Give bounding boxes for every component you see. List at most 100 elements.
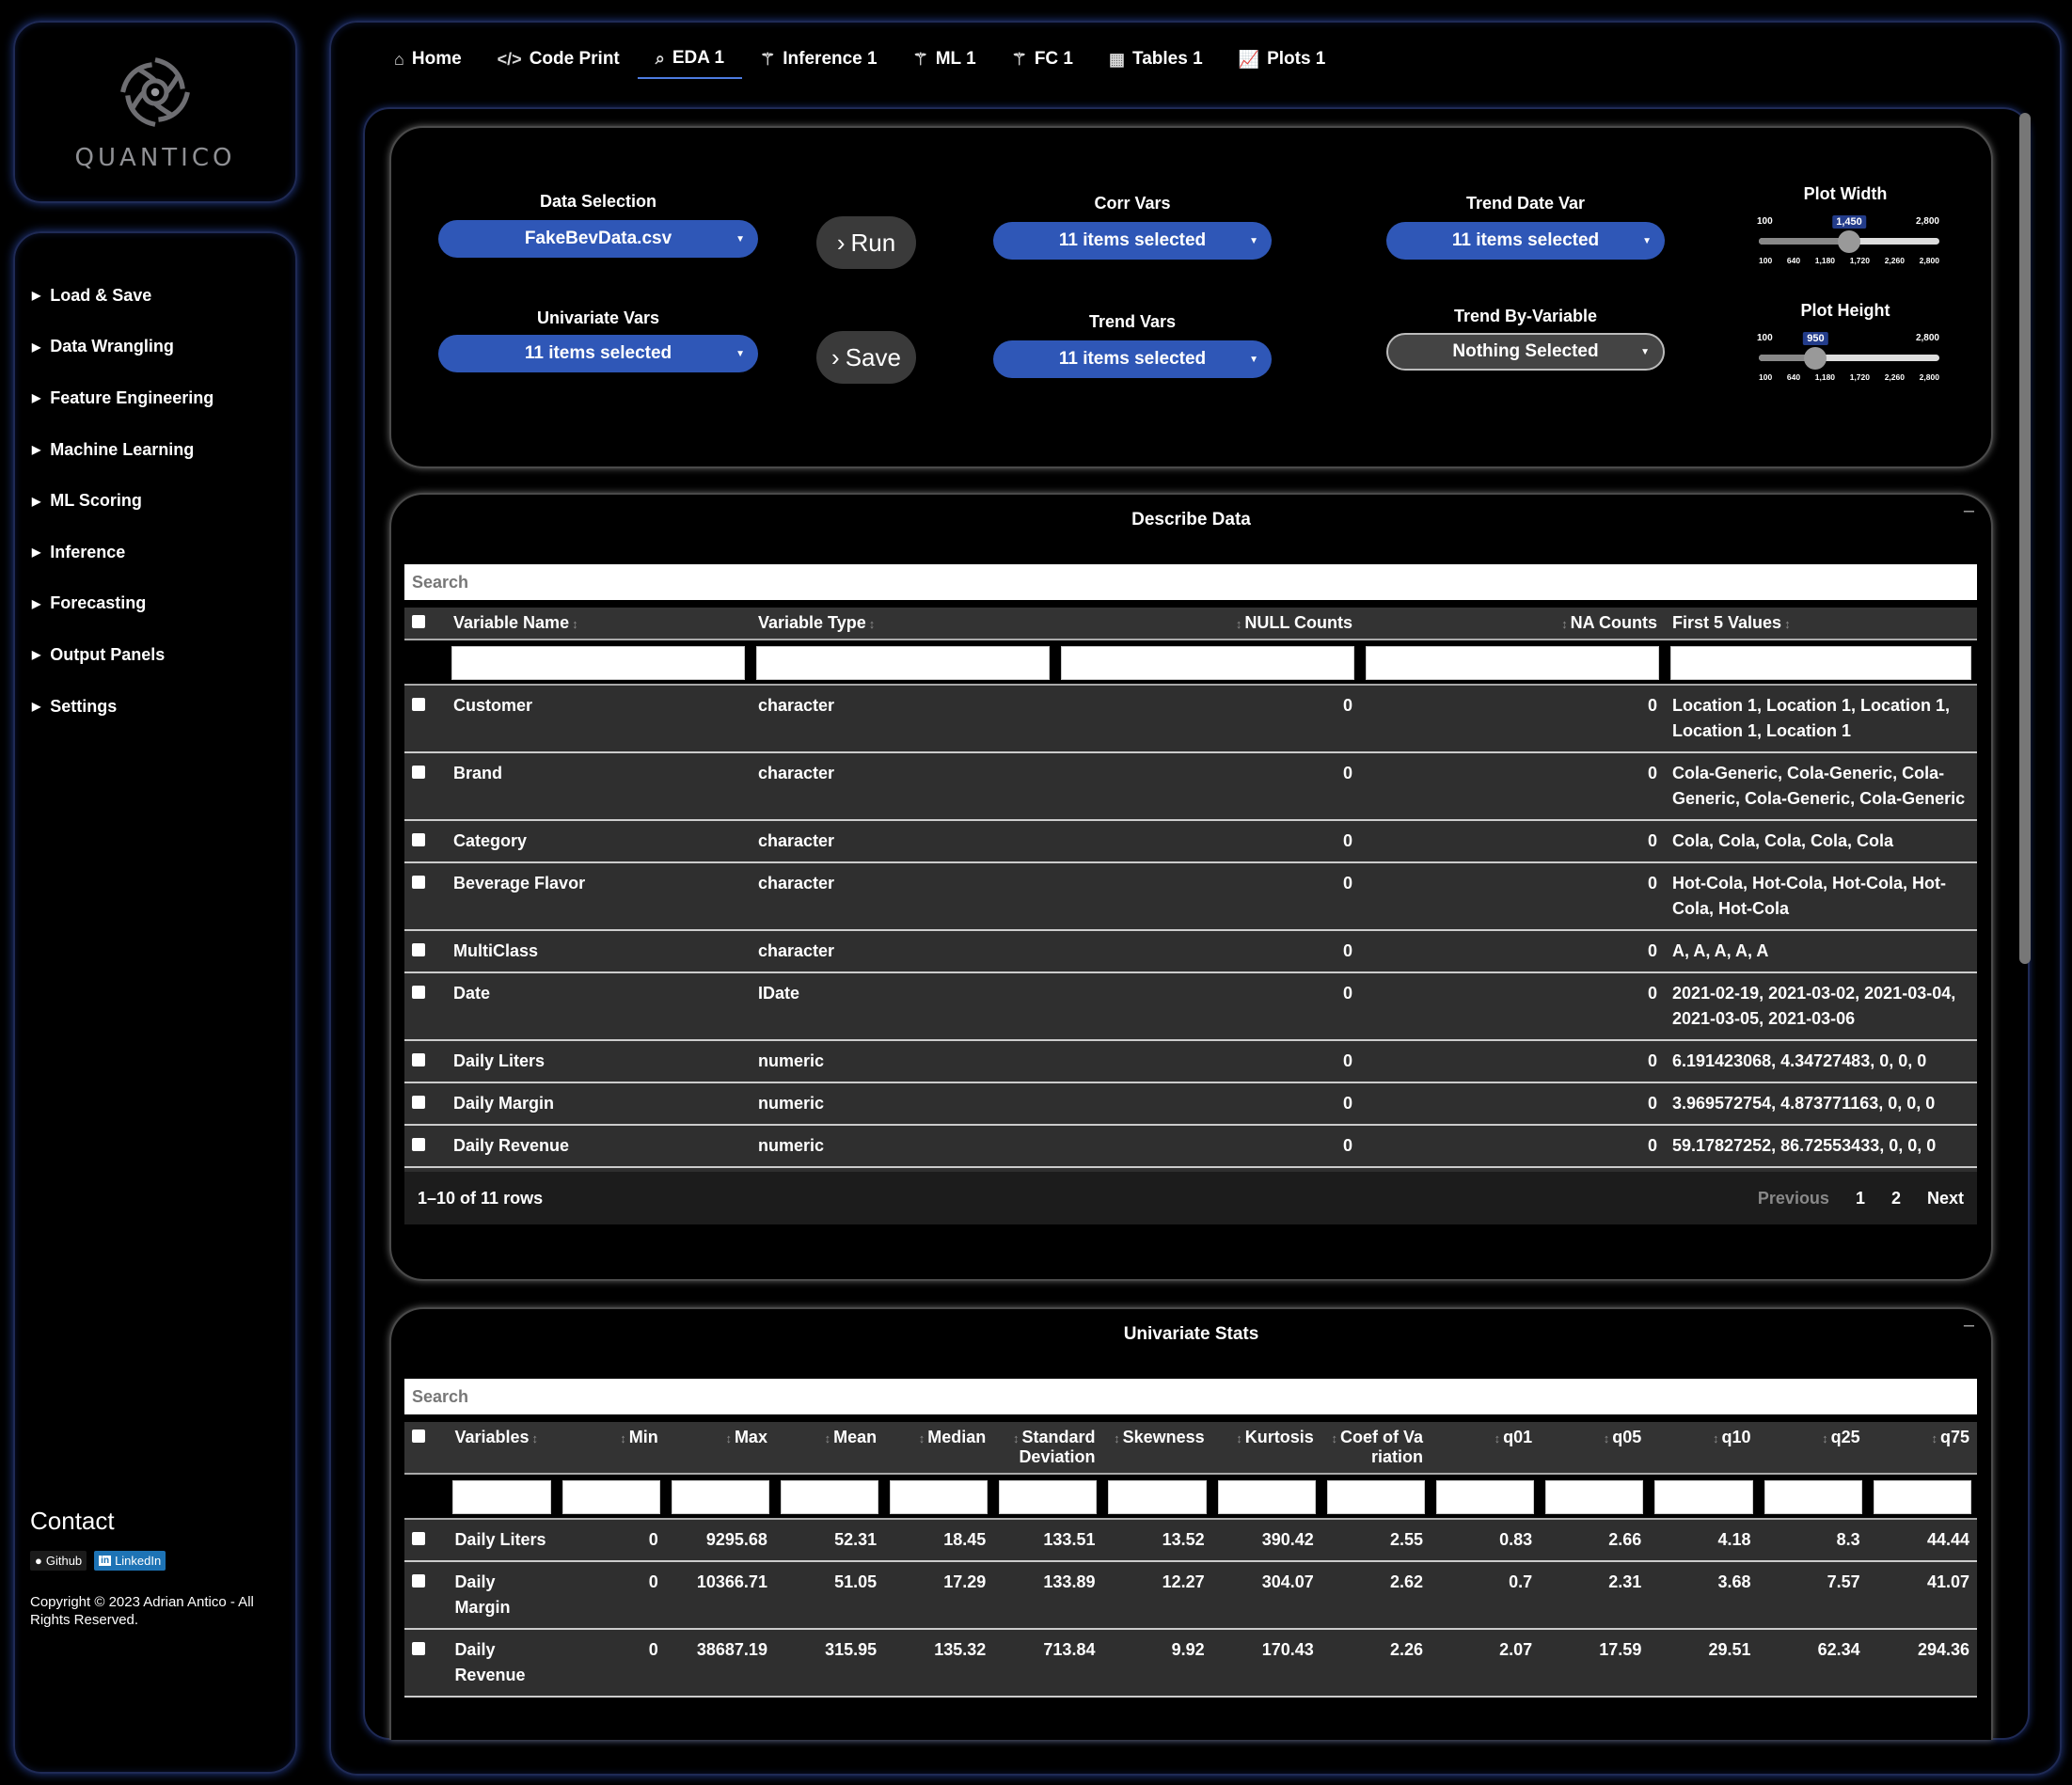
linkedin-link[interactable]: in LinkedIn	[94, 1551, 166, 1571]
select-all-checkbox[interactable]	[404, 608, 446, 640]
col-coef-of-variation[interactable]: ↕ Coef of Variation	[1321, 1422, 1431, 1475]
col-variables[interactable]: Variables ↕	[447, 1422, 557, 1475]
univariate-search-input[interactable]	[404, 1379, 1977, 1414]
col-q01[interactable]: ↕ q01	[1430, 1422, 1541, 1475]
filter-input[interactable]	[1545, 1480, 1644, 1514]
filter-input[interactable]	[561, 1480, 660, 1514]
col-mean[interactable]: ↕ Mean	[774, 1422, 885, 1475]
col-q05[interactable]: ↕ q05	[1540, 1422, 1650, 1475]
minimize-button[interactable]: –	[1964, 1315, 1974, 1336]
filter-input[interactable]	[1873, 1480, 1971, 1514]
table-row[interactable]: Daily Margin numeric 0 0 3.969572754, 4.8737…	[404, 1082, 1977, 1125]
save-button[interactable]: › Save	[816, 331, 916, 384]
filter-input[interactable]	[1435, 1480, 1535, 1514]
plot-height-slider[interactable]: 100 2,800 950 100 640 1,180 1,720 2,260 …	[1751, 332, 1939, 389]
col-q10[interactable]: ↕ q10	[1649, 1422, 1759, 1475]
sidebar-item-forecasting[interactable]: ▶ Forecasting	[15, 578, 295, 630]
github-link[interactable]: ● Github	[30, 1551, 87, 1571]
trend-vars-dropdown[interactable]: 11 items selected ▼	[993, 340, 1272, 378]
pagination-page-2[interactable]: 2	[1891, 1189, 1901, 1208]
row-checkbox[interactable]	[404, 1629, 447, 1697]
filter-input[interactable]	[451, 646, 745, 680]
pagination-next[interactable]: Next	[1927, 1189, 1964, 1208]
describe-search-input[interactable]	[404, 564, 1977, 600]
filter-input[interactable]	[1108, 1480, 1207, 1514]
filter-input[interactable]	[1217, 1480, 1316, 1514]
sidebar-item-machine-learning[interactable]: ▶ Machine Learning	[15, 424, 295, 476]
col-median[interactable]: ↕ Median	[884, 1422, 994, 1475]
filter-input[interactable]	[756, 646, 1050, 680]
col-q75[interactable]: ↕ q75	[1867, 1422, 1977, 1475]
sidebar-item-data-wrangling[interactable]: ▶ Data Wrangling	[15, 322, 295, 373]
tab-tables-1[interactable]: ▦ Tables 1	[1091, 39, 1221, 79]
data-selection-dropdown[interactable]: FakeBevData.csv ▼	[438, 220, 758, 258]
sidebar-item-inference[interactable]: ▶ Inference	[15, 527, 295, 578]
minimize-button[interactable]: –	[1964, 500, 1974, 522]
filter-input[interactable]	[1764, 1480, 1862, 1514]
corr-vars-dropdown[interactable]: 11 items selected ▼	[993, 222, 1272, 260]
table-row[interactable]: Date IDate 0 0 2021-02-19, 2021-03-02, 2021-…	[404, 972, 1977, 1040]
content-scrollbar[interactable]	[2019, 113, 2031, 964]
filter-input[interactable]	[999, 1480, 1098, 1514]
trend-date-var-dropdown[interactable]: 11 items selected ▼	[1386, 222, 1665, 260]
table-row[interactable]: Customer character 0 0 Location 1, Location …	[404, 685, 1977, 752]
sidebar-item-output-panels[interactable]: ▶ Output Panels	[15, 629, 295, 681]
filter-input[interactable]	[671, 1480, 769, 1514]
row-checkbox[interactable]	[404, 1561, 447, 1629]
run-button[interactable]: › Run	[816, 216, 916, 269]
filter-input[interactable]	[452, 1480, 551, 1514]
col-max[interactable]: ↕ Max	[665, 1422, 775, 1475]
tab-inference-1[interactable]: ⚚ Inference 1	[742, 39, 894, 79]
plot-width-slider[interactable]: 100 2,800 1,450 100 640 1,180 1,720 2,26…	[1751, 215, 1939, 273]
filter-input[interactable]	[1366, 646, 1659, 680]
row-checkbox[interactable]	[404, 862, 446, 930]
sidebar-item-settings[interactable]: ▶ Settings	[15, 681, 295, 733]
tab-ml-1[interactable]: ⚚ ML 1	[895, 39, 994, 79]
filter-input[interactable]	[1670, 646, 1971, 680]
table-row[interactable]: Beverage Flavor character 0 0 Hot-Cola, Hot-…	[404, 862, 1977, 930]
col-variable-type[interactable]: Variable Type ↕	[751, 608, 1055, 640]
col-q25[interactable]: ↕ q25	[1758, 1422, 1868, 1475]
tab-plots-1[interactable]: 📈 Plots 1	[1221, 39, 1344, 79]
univariate-vars-dropdown[interactable]: 11 items selected ▼	[438, 335, 758, 372]
row-checkbox[interactable]	[404, 752, 446, 820]
row-checkbox[interactable]	[404, 1125, 446, 1167]
pagination-page-1[interactable]: 1	[1856, 1189, 1865, 1208]
col-null-counts[interactable]: ↕ NULL Counts	[1055, 608, 1360, 640]
col-kurtosis[interactable]: ↕ Kurtosis	[1211, 1422, 1321, 1475]
tab-home[interactable]: ⌂ Home	[376, 39, 480, 79]
filter-input[interactable]	[1326, 1480, 1425, 1514]
tab-code-print[interactable]: </> Code Print	[480, 39, 638, 79]
col-skewness[interactable]: ↕ Skewness	[1102, 1422, 1212, 1475]
sidebar-item-load-save[interactable]: ▶ Load & Save	[15, 270, 295, 322]
tab-eda-1[interactable]: ⌕ EDA 1	[637, 39, 743, 79]
table-row[interactable]: Daily Revenue numeric 0 0 59.17827252, 86.72…	[404, 1125, 1977, 1167]
row-checkbox[interactable]	[404, 685, 446, 752]
row-checkbox[interactable]	[404, 1519, 447, 1561]
filter-input[interactable]	[890, 1480, 989, 1514]
col-min[interactable]: ↕ Min	[556, 1422, 666, 1475]
table-row[interactable]: Category character 0 0 Cola, Cola, Cola, Col…	[404, 820, 1977, 862]
table-row[interactable]: Brand character 0 0 Cola-Generic, Cola-Gener…	[404, 752, 1977, 820]
slider-thumb[interactable]	[1804, 347, 1827, 370]
pagination-previous[interactable]: Previous	[1758, 1189, 1829, 1208]
row-checkbox[interactable]	[404, 820, 446, 862]
table-row[interactable]: MultiClass character 0 0 A, A, A, A, A	[404, 930, 1977, 972]
table-row[interactable]: Daily Liters 0 9295.68 52.31 18.45 133.51 13.5…	[404, 1519, 1977, 1561]
table-row[interactable]: Daily Revenue 0 38687.19 315.95 135.32 713.84…	[404, 1629, 1977, 1697]
filter-input[interactable]	[1654, 1480, 1753, 1514]
col-standard-deviation[interactable]: ↕ Standard Deviation	[993, 1422, 1103, 1475]
trend-by-variable-dropdown[interactable]: Nothing Selected ▼	[1386, 333, 1665, 371]
row-checkbox[interactable]	[404, 972, 446, 1040]
col-first-5-values[interactable]: First 5 Values ↕	[1665, 608, 1977, 640]
filter-input[interactable]	[1061, 646, 1354, 680]
col-variable-name[interactable]: Variable Name ↕	[446, 608, 751, 640]
row-checkbox[interactable]	[404, 1082, 446, 1125]
select-all-checkbox[interactable]	[404, 1422, 448, 1475]
col-na-counts[interactable]: ↕ NA Counts	[1360, 608, 1665, 640]
filter-input[interactable]	[780, 1480, 879, 1514]
row-checkbox[interactable]	[404, 930, 446, 972]
row-checkbox[interactable]	[404, 1040, 446, 1082]
table-row[interactable]: Daily Margin 0 10366.71 51.05 17.29 133.89 12.…	[404, 1561, 1977, 1629]
tab-fc-1[interactable]: ⚚ FC 1	[994, 39, 1091, 79]
